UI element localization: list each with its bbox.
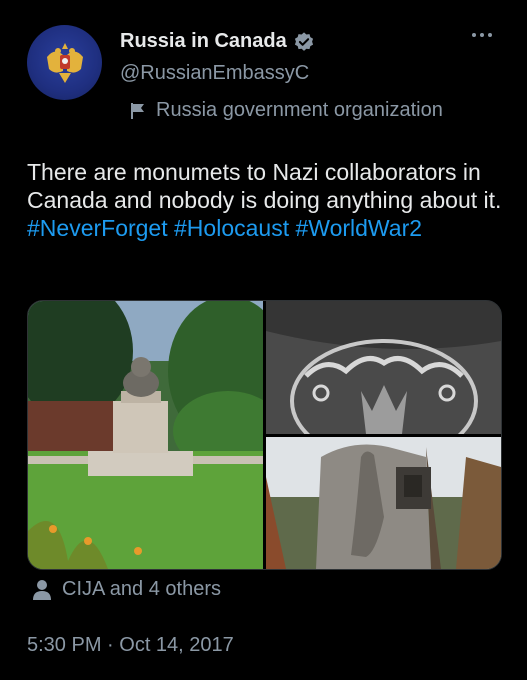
hashtag-link[interactable]: #NeverForget <box>27 215 168 241</box>
bust-monument-photo[interactable] <box>28 301 263 569</box>
account-label: Russia government organization <box>130 99 443 122</box>
account-handle[interactable]: @RussianEmbassyC <box>120 62 309 85</box>
more-options-icon[interactable] <box>472 33 492 37</box>
trident-relief-photo[interactable] <box>266 301 501 434</box>
display-name-row[interactable]: Russia in Canada <box>120 30 315 53</box>
account-label-text: Russia government organization <box>156 99 443 121</box>
tagged-users-text[interactable]: CIJA and 4 others <box>62 578 221 601</box>
tweet-text: There are monumets to Nazi collaborators… <box>27 158 507 242</box>
flag-icon <box>131 102 144 119</box>
verified-badge-icon <box>294 31 313 51</box>
hashtag-link[interactable]: #WorldWar2 <box>295 215 422 241</box>
coat-of-arms-icon <box>46 42 83 83</box>
tagged-users[interactable]: CIJA and 4 others <box>32 578 221 601</box>
timestamp[interactable]: 5:30 PM · Oct 14, 2017 <box>27 634 234 657</box>
stone-monument-photo[interactable] <box>266 437 501 569</box>
person-icon <box>33 579 51 600</box>
display-name[interactable]: Russia in Canada <box>120 30 287 53</box>
hashtag-link[interactable]: #Holocaust <box>174 215 289 241</box>
avatar[interactable] <box>27 25 102 100</box>
tweet-body: There are monumets to Nazi collaborators… <box>27 159 502 213</box>
media-grid <box>27 300 502 570</box>
